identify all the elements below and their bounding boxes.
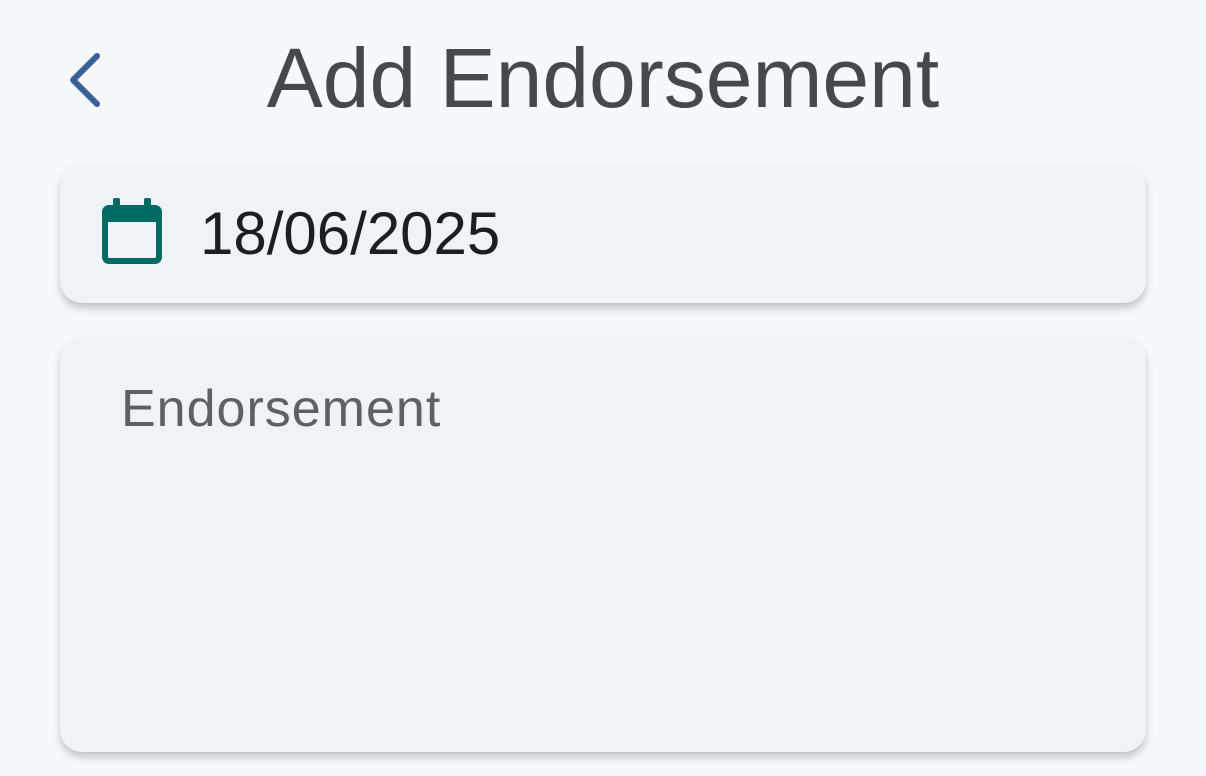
endorsement-input[interactable] — [60, 337, 1146, 752]
page-title: Add Endorsement — [266, 31, 940, 125]
date-value: 18/06/2025 — [200, 200, 501, 267]
calendar-icon — [102, 198, 162, 264]
app-header: Add Endorsement — [0, 0, 1206, 150]
